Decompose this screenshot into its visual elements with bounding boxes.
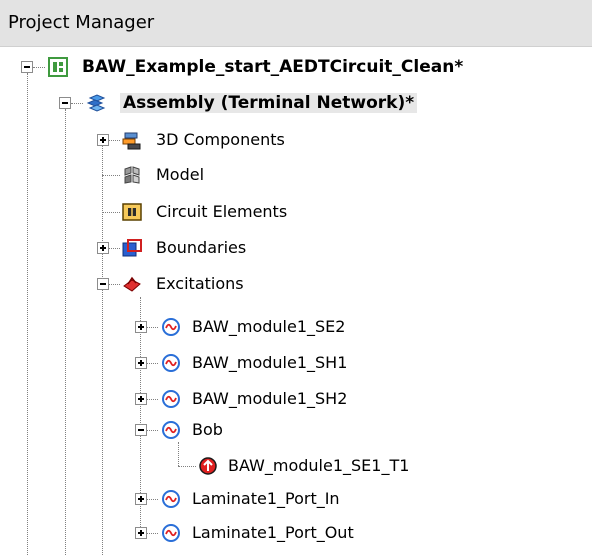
collapse-toggle[interactable] [21,61,33,73]
tree-line [178,466,196,467]
expand-toggle[interactable] [135,357,147,369]
tree-line [108,140,120,141]
tree-item-excitations[interactable]: Excitations [156,272,244,296]
tree-line [146,533,158,534]
expand-toggle[interactable] [97,134,109,146]
terminal-icon [199,457,217,475]
expand-toggle[interactable] [135,527,147,539]
port-excitation-icon [162,390,180,408]
tree-line [33,67,45,68]
excitation-item[interactable]: BAW_module1_SE2 [192,315,345,339]
tree-line [146,399,158,400]
expand-toggle[interactable] [97,242,109,254]
tree-line [102,175,120,176]
tree-line [178,442,179,466]
excitation-item[interactable]: BAW_module1_SH1 [192,351,347,375]
assembly-label-wrap: Assembly (Terminal Network)* [120,91,418,115]
terminal-item[interactable]: BAW_module1_SE1_T1 [228,454,409,478]
tree-item-3d-components[interactable]: 3D Components [156,128,285,152]
panel-title: Project Manager [8,12,155,33]
tree-line [65,109,66,555]
excitation-item[interactable]: Bob [192,418,223,442]
tree-item-boundaries[interactable]: Boundaries [156,236,246,260]
project-icon [48,57,68,77]
tree-line [146,499,158,500]
tree-line [108,284,120,285]
assembly-label[interactable]: Assembly (Terminal Network)* [120,93,418,113]
tree-item-model[interactable]: Model [156,163,204,187]
tree-line [146,430,158,431]
port-excitation-icon [162,318,180,336]
project-tree: BAW_Example_start_AEDTCircuit_Clean* Ass… [0,46,592,555]
collapse-toggle[interactable] [59,97,71,109]
project-manager-header: Project Manager [0,0,592,47]
port-excitation-icon [162,524,180,542]
tree-line [108,248,120,249]
circuit-elements-icon [122,203,142,221]
tree-item-circuit-elements[interactable]: Circuit Elements [156,200,287,224]
excitation-item[interactable]: BAW_module1_SH2 [192,387,347,411]
model-icon [124,166,140,184]
tree-line [27,73,28,555]
tree-line [146,363,158,364]
port-excitation-icon [162,354,180,372]
collapse-toggle[interactable] [135,424,147,436]
tree-line [102,212,120,213]
tree-line [102,143,103,555]
expand-toggle[interactable] [135,321,147,333]
port-excitation-icon [162,421,180,439]
tree-line [71,103,83,104]
3d-components-icon [122,132,141,150]
excitation-item[interactable]: Laminate1_Port_Out [192,521,354,545]
assembly-icon [86,94,106,112]
excitation-item[interactable]: Laminate1_Port_In [192,487,340,511]
expand-toggle[interactable] [135,393,147,405]
project-label[interactable]: BAW_Example_start_AEDTCircuit_Clean* [82,55,463,79]
tree-line [146,327,158,328]
boundaries-icon [122,239,142,257]
collapse-toggle[interactable] [97,278,109,290]
expand-toggle[interactable] [135,493,147,505]
excitations-icon [123,276,141,292]
port-excitation-icon [162,490,180,508]
